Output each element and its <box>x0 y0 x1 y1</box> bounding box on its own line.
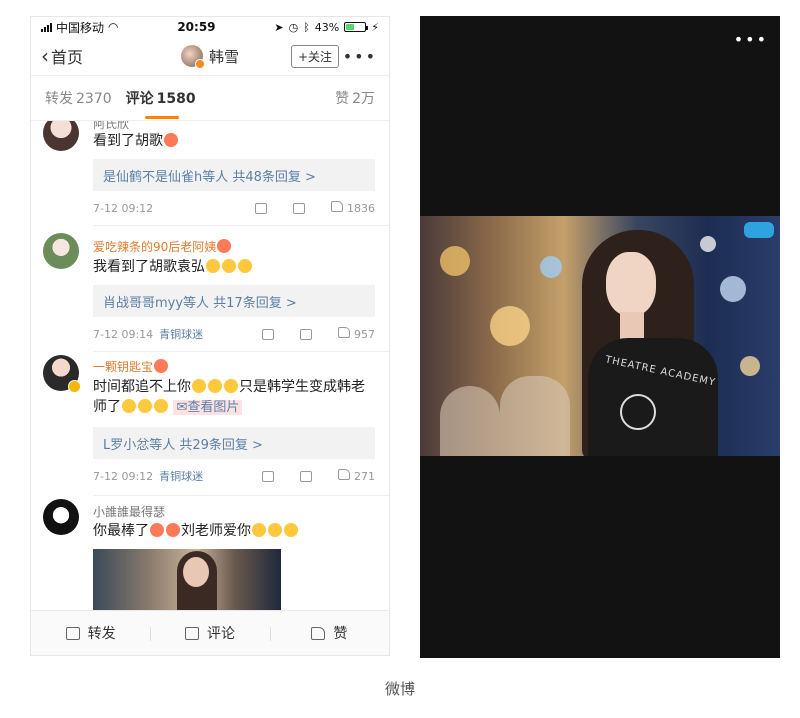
like-button[interactable]: 271 <box>338 469 375 483</box>
repost-button[interactable]: 转发 <box>31 623 150 643</box>
watermark-logo <box>744 222 774 238</box>
commenter-name[interactable]: 小誰誰最得瑟 <box>93 503 165 520</box>
carrier: 中国移动 <box>56 20 105 35</box>
caption: 微博 <box>384 680 415 698</box>
tab-likes[interactable]: 赞 2万 <box>335 88 375 108</box>
emoji-icon <box>164 133 178 147</box>
reply-icon[interactable] <box>300 470 312 482</box>
commenter-name[interactable]: 一颗钥匙宝 <box>93 358 169 375</box>
emoji-icon <box>224 379 238 393</box>
verified-badge-icon <box>68 380 81 393</box>
comment-meta: 7-12 09:14 青铜球迷 957 <box>93 326 375 342</box>
comment-list: 阿氏欣 看到了胡歌 是仙鹤不是仙雀h等人 共48条回复 > 7-12 09:12… <box>31 121 389 613</box>
emoji-icon <box>192 379 206 393</box>
avatar <box>180 45 205 69</box>
avatar[interactable] <box>43 355 81 393</box>
charging-icon: ⚡ <box>371 20 379 34</box>
follow-button[interactable]: +关注 <box>290 44 339 68</box>
back-button[interactable]: ‹ 首页 <box>41 44 83 68</box>
emoji-icon <box>208 379 222 393</box>
fan-badge[interactable]: 青铜球迷 <box>159 326 203 342</box>
battery-icon <box>344 22 369 32</box>
tab-comments[interactable]: 评论 1580 <box>126 88 196 108</box>
share-icon <box>65 626 80 640</box>
tab-repost[interactable]: 转发 2370 <box>45 88 112 108</box>
avatar[interactable] <box>43 499 79 535</box>
clap-emoji-icon <box>268 523 282 537</box>
like-button[interactable]: 赞 <box>269 623 389 643</box>
status-bar: 中国移动 ◠ 20:59 ➤ ◷ ᛒ 43% ⚡ <box>31 17 389 37</box>
thumb-up-icon <box>331 201 343 212</box>
emoji-icon <box>166 523 180 537</box>
more-icon[interactable]: ••• <box>734 30 768 49</box>
location-icon: ➤ <box>274 20 284 34</box>
reply-summary[interactable]: L罗小忿等人 共29条回复 > <box>93 427 375 459</box>
emoji-icon <box>154 399 168 413</box>
comment-time: 7-12 09:12 <box>93 201 154 215</box>
avatar[interactable] <box>43 121 79 151</box>
commenter-name[interactable]: 爱吃辣条的90后老阿姨 <box>93 238 232 255</box>
reply-summary[interactable]: 是仙鹤不是仙雀h等人 共48条回复 > <box>93 159 375 191</box>
comment-text: 时间都追不上你 只是韩学生变成韩老师了 ✉查看图片 <box>93 379 365 415</box>
fan-badge[interactable]: 青铜球迷 <box>159 468 203 484</box>
view-image-link[interactable]: ✉查看图片 <box>173 400 243 415</box>
clap-emoji-icon <box>252 523 266 537</box>
reply-icon[interactable] <box>293 202 305 214</box>
comment-text: 你最棒了 刘老师爱你 <box>93 521 375 541</box>
divider <box>93 495 389 496</box>
back-label: 首页 <box>51 48 84 67</box>
battery-percent: 43% <box>314 20 340 34</box>
signal-icon <box>41 22 52 32</box>
interaction-tabs: 转发 2370 评论 1580 赞 2万 <box>31 76 389 121</box>
bluetooth-icon: ᛒ <box>303 20 310 34</box>
vip-emoji-icon <box>154 359 169 373</box>
bottom-action-bar: 转发 评论 赞 <box>31 610 389 655</box>
avatar[interactable] <box>43 233 79 269</box>
emoji-icon <box>222 259 236 273</box>
thumb-up-icon <box>338 327 350 338</box>
emoji-icon <box>150 523 164 537</box>
clap-emoji-icon <box>284 523 298 537</box>
comment-text: 看到了胡歌 <box>93 131 375 151</box>
thumb-up-icon <box>338 469 350 480</box>
comment-time: 7-12 09:12 <box>93 469 154 483</box>
divider <box>93 225 389 226</box>
emoji-icon <box>206 259 220 273</box>
reply-summary[interactable]: 肖战哥哥myy等人 共17条回复 > <box>93 285 375 317</box>
share-icon[interactable] <box>262 470 274 482</box>
comment-icon <box>184 626 199 640</box>
emoji-icon <box>138 399 152 413</box>
clock: 20:59 <box>177 20 216 34</box>
vip-emoji-icon <box>217 239 232 253</box>
nav-bar: ‹ 首页 韩雪 +关注 ••• <box>31 37 389 76</box>
comment-image[interactable] <box>93 549 281 613</box>
comment-meta: 7-12 09:12 青铜球迷 271 <box>93 468 375 484</box>
like-button[interactable]: 957 <box>338 327 375 341</box>
fullscreen-photo[interactable]: THEATRE ACADEMY <box>420 216 780 456</box>
comment-meta: 7-12 09:12 1836 <box>93 200 375 216</box>
like-button[interactable]: 1836 <box>331 201 375 215</box>
comment-text: 我看到了胡歌袁弘 <box>93 257 375 277</box>
user-name: 韩雪 <box>208 47 240 66</box>
alarm-icon: ◷ <box>288 20 299 34</box>
share-icon[interactable] <box>255 202 267 214</box>
emoji-icon <box>122 399 136 413</box>
comment-time: 7-12 09:14 <box>93 327 154 341</box>
image-viewer: ••• THEATRE ACADEMY <box>420 16 780 658</box>
more-icon[interactable]: ••• <box>343 47 377 66</box>
user-header[interactable]: 韩雪 <box>180 45 240 69</box>
divider <box>93 351 389 352</box>
share-icon[interactable] <box>262 328 274 340</box>
thumb-up-icon <box>311 626 326 640</box>
chevron-left-icon: ‹ <box>41 44 49 68</box>
wifi-icon: ◠ <box>108 20 119 34</box>
reply-icon[interactable] <box>300 328 312 340</box>
comment-button[interactable]: 评论 <box>150 623 269 643</box>
weibo-phone-screen: 中国移动 ◠ 20:59 ➤ ◷ ᛒ 43% ⚡ ‹ 首页 韩雪 +关注 •••… <box>30 16 390 656</box>
emoji-icon <box>238 259 252 273</box>
